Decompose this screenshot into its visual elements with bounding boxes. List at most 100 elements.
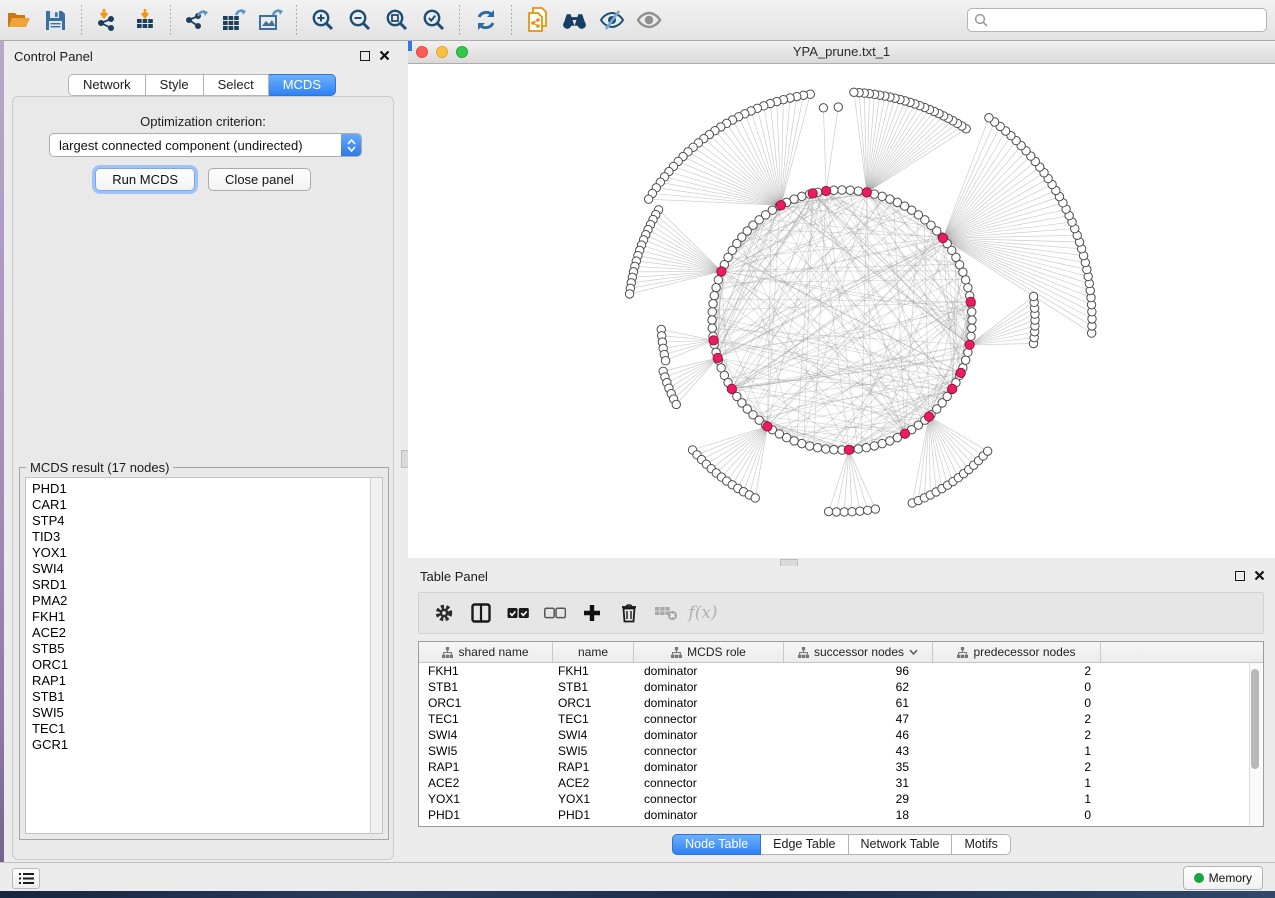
graph-node[interactable]	[863, 506, 871, 514]
scrollbar-thumb[interactable]	[1251, 669, 1259, 769]
graph-node[interactable]	[848, 508, 856, 516]
mcds-result-item[interactable]: STB1	[32, 689, 382, 705]
table-row[interactable]: TEC1TEC1connector472	[419, 711, 1263, 727]
mcds-result-item[interactable]: GCR1	[32, 737, 382, 753]
graph-hub-node[interactable]	[924, 412, 933, 421]
graph-hub-node[interactable]	[763, 422, 772, 431]
column-header-successor-nodes[interactable]: successor nodes	[784, 642, 933, 662]
column-header-predecessor-nodes[interactable]: predecessor nodes	[933, 642, 1101, 662]
graph-node[interactable]	[822, 445, 830, 453]
zoom-selected-icon[interactable]	[420, 7, 447, 34]
graph-node[interactable]	[968, 308, 976, 316]
graph-node[interactable]	[968, 316, 976, 324]
graph-node[interactable]	[710, 291, 718, 299]
graph-hub-node[interactable]	[862, 188, 871, 197]
graph-hub-node[interactable]	[808, 189, 817, 198]
zoom-in-icon[interactable]	[309, 7, 336, 34]
graph-hub-node[interactable]	[717, 267, 726, 276]
tab-motifs[interactable]: Motifs	[952, 834, 1010, 855]
mcds-result-item[interactable]: SRD1	[32, 577, 382, 593]
zoom-out-icon[interactable]	[346, 7, 373, 34]
mcds-result-item[interactable]: TEC1	[32, 721, 382, 737]
close-panel-icon[interactable]	[1254, 570, 1265, 581]
criterion-dropdown[interactable]: largest connected component (undirected)	[49, 133, 362, 157]
graph-hub-node[interactable]	[965, 340, 974, 349]
graph-node[interactable]	[846, 186, 854, 194]
graph-node[interactable]	[878, 439, 886, 447]
graph-node[interactable]	[870, 442, 878, 450]
mcds-result-item[interactable]: PMA2	[32, 593, 382, 609]
graph-node[interactable]	[961, 276, 969, 284]
trash-icon[interactable]	[616, 600, 642, 626]
graph-node[interactable]	[813, 443, 821, 451]
graph-node[interactable]	[712, 283, 720, 291]
zoom-fit-icon[interactable]	[383, 7, 410, 34]
mcds-result-item[interactable]: CAR1	[32, 497, 382, 513]
close-window-icon[interactable]	[416, 46, 428, 58]
graph-node[interactable]	[819, 104, 827, 112]
table-row[interactable]: RAP1RAP1dominator352	[419, 759, 1263, 775]
vertical-splitter[interactable]	[400, 41, 408, 862]
export-image-icon[interactable]	[257, 7, 284, 34]
export-network-icon[interactable]	[183, 7, 210, 34]
graph-node[interactable]	[983, 447, 991, 455]
graph-node[interactable]	[1029, 292, 1037, 300]
graph-node[interactable]	[798, 439, 806, 447]
graph-node[interactable]	[871, 505, 879, 513]
mcds-result-item[interactable]: ORC1	[32, 657, 382, 673]
function-builder-icon[interactable]: f(x)	[690, 600, 716, 626]
graph-node[interactable]	[805, 442, 813, 450]
graph-node[interactable]	[824, 507, 832, 515]
graph-hub-node[interactable]	[966, 297, 975, 306]
graph-hub-node[interactable]	[938, 234, 947, 243]
column-header-mcds-role[interactable]: MCDS role	[634, 642, 784, 662]
tab-network-table[interactable]: Network Table	[849, 834, 953, 855]
export-table-icon[interactable]	[220, 7, 247, 34]
apply-layout-icon[interactable]	[472, 7, 499, 34]
graph-node[interactable]	[854, 445, 862, 453]
mcds-list-scrollbar[interactable]	[370, 477, 383, 834]
graph-node[interactable]	[961, 356, 969, 364]
column-header-shared-name[interactable]: shared name	[419, 642, 553, 662]
table-row[interactable]: SWI5SWI5connector431	[419, 743, 1263, 759]
add-row-icon[interactable]	[579, 600, 605, 626]
graph-hub-node[interactable]	[709, 336, 718, 345]
binoculars-search-icon[interactable]	[561, 7, 588, 34]
table-row[interactable]: SWI4SWI4dominator462	[419, 727, 1263, 743]
table-row[interactable]: FKH1FKH1dominator962	[419, 663, 1263, 679]
tab-network[interactable]: Network	[68, 74, 146, 96]
tab-mcds[interactable]: MCDS	[269, 74, 336, 96]
mcds-result-item[interactable]: TID3	[32, 529, 382, 545]
graph-node[interactable]	[830, 446, 838, 454]
graph-node[interactable]	[862, 443, 870, 451]
search-input[interactable]	[988, 12, 1266, 29]
graph-hub-node[interactable]	[776, 201, 785, 210]
network-canvas[interactable]	[408, 64, 1275, 558]
table-row[interactable]: ACE2ACE2connector311	[419, 775, 1263, 791]
minimize-window-icon[interactable]	[436, 46, 448, 58]
graph-node[interactable]	[834, 103, 842, 111]
column-pane-icon[interactable]	[468, 600, 494, 626]
graph-hub-node[interactable]	[844, 445, 853, 454]
memory-button[interactable]: Memory	[1183, 866, 1263, 890]
table-scrollbar[interactable]	[1249, 663, 1262, 825]
close-panel-icon[interactable]	[379, 50, 390, 61]
close-panel-button[interactable]: Close panel	[208, 168, 311, 191]
graph-node[interactable]	[967, 332, 975, 340]
delete-table-icon[interactable]	[653, 600, 679, 626]
mcds-result-item[interactable]: STB5	[32, 641, 382, 657]
float-panel-icon[interactable]	[360, 51, 370, 61]
graph-node[interactable]	[708, 308, 716, 316]
graph-node[interactable]	[672, 400, 680, 408]
maximize-window-icon[interactable]	[456, 46, 468, 58]
horizontal-splitter[interactable]	[408, 558, 1275, 566]
graph-hub-node[interactable]	[900, 429, 909, 438]
mcds-result-item[interactable]: ACE2	[32, 625, 382, 641]
graph-node[interactable]	[625, 290, 633, 298]
graph-node[interactable]	[878, 192, 886, 200]
tab-node-table[interactable]: Node Table	[672, 834, 761, 855]
deselect-all-icon[interactable]	[542, 600, 568, 626]
graph-node[interactable]	[661, 357, 669, 365]
graph-node[interactable]	[854, 187, 862, 195]
graph-node[interactable]	[751, 494, 759, 502]
